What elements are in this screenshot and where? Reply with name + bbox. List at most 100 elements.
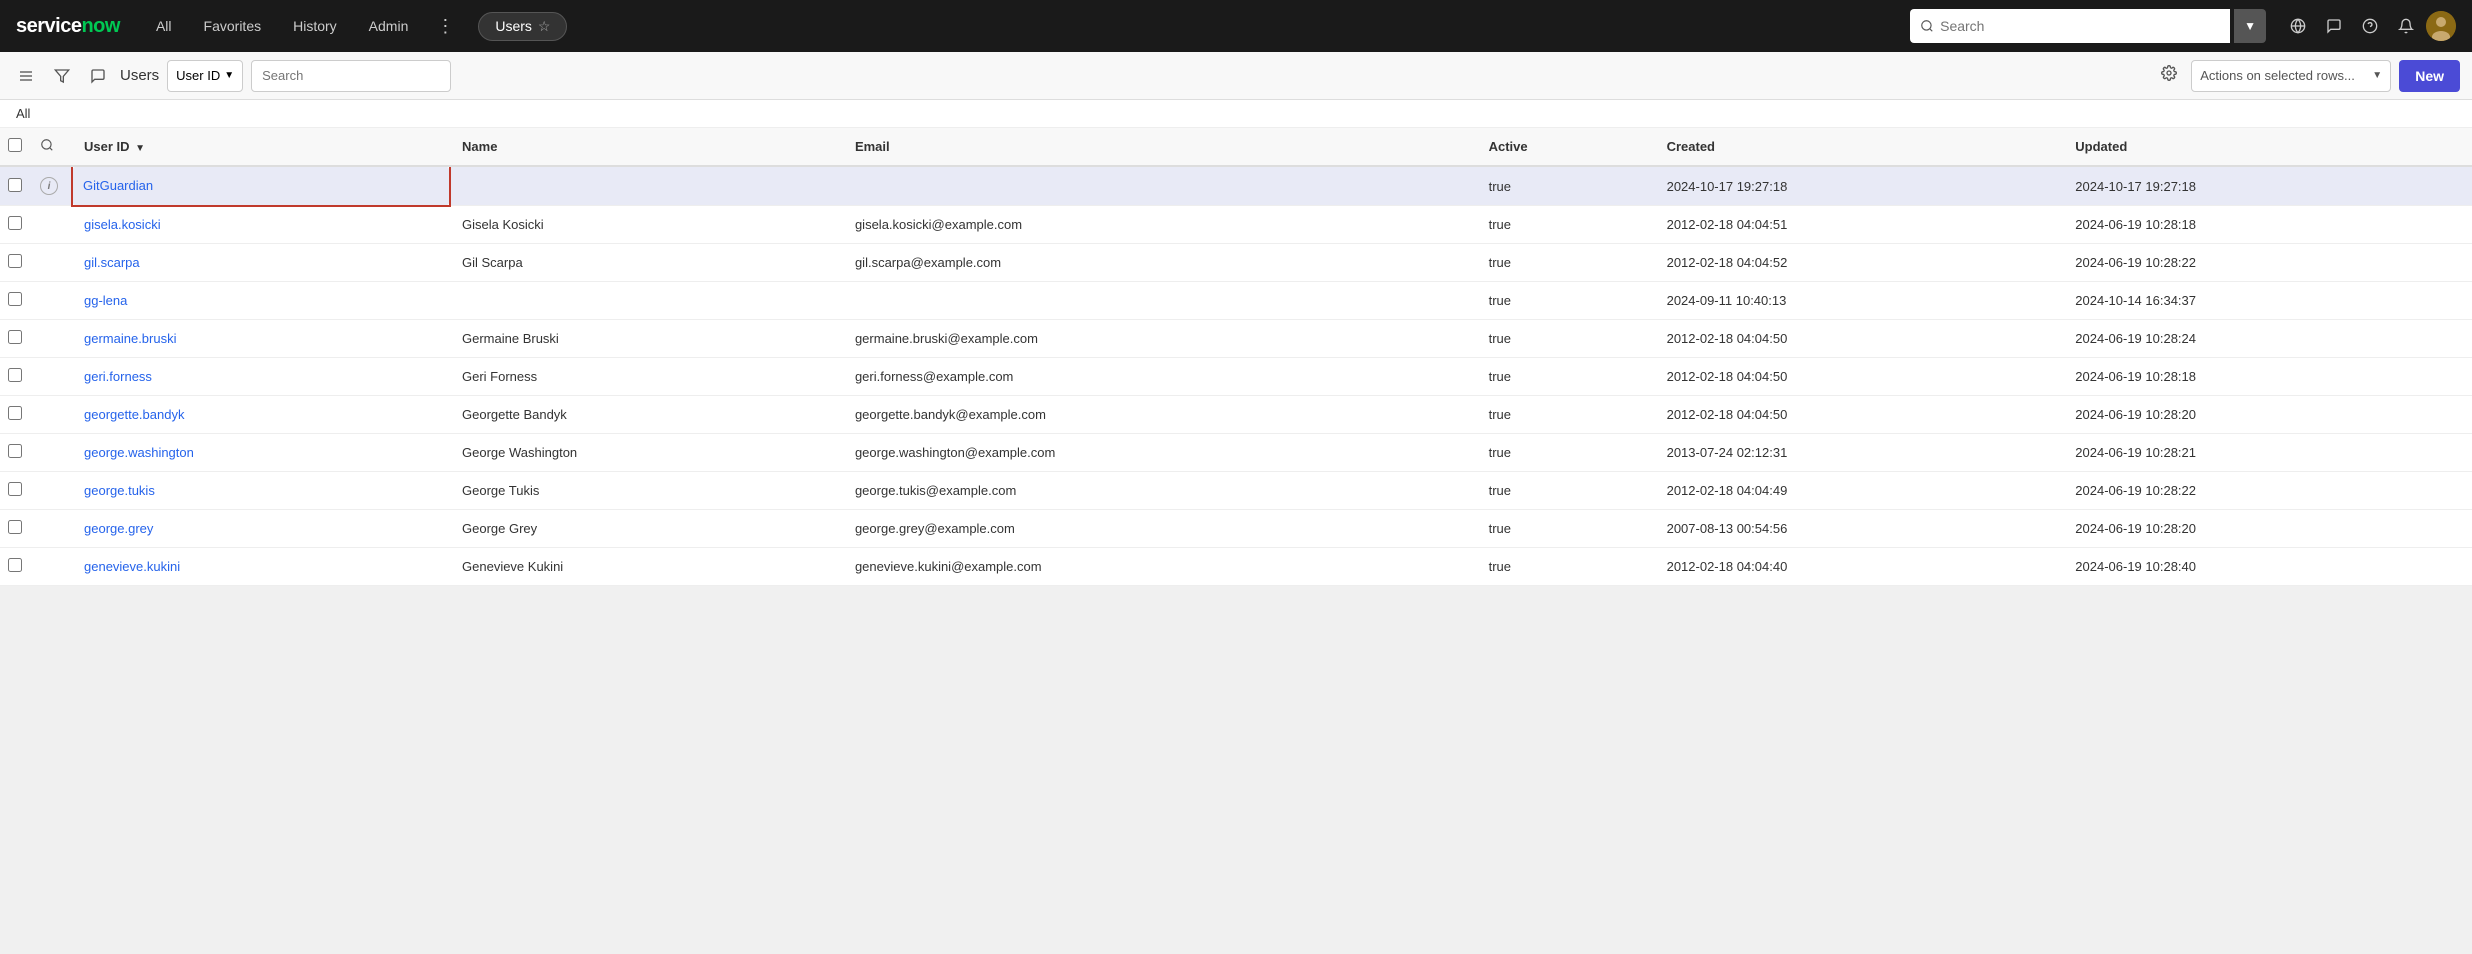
row-checkbox-cell — [0, 206, 36, 244]
new-button[interactable]: New — [2399, 60, 2460, 92]
settings-button[interactable] — [2155, 59, 2183, 92]
row-info-cell — [36, 510, 72, 548]
user-id-cell: george.tukis — [72, 472, 450, 510]
logo[interactable]: servicenow — [16, 15, 120, 38]
users-table-container: User ID ▼ Name Email Active Created Upda… — [0, 128, 2472, 586]
row-checkbox[interactable] — [8, 558, 22, 572]
filter-button[interactable] — [48, 62, 76, 90]
avatar-image — [2426, 11, 2456, 41]
message-icon — [90, 68, 106, 84]
email-cell: geri.forness@example.com — [843, 358, 1477, 396]
user-id-link[interactable]: george.grey — [84, 521, 153, 536]
email-cell: genevieve.kukini@example.com — [843, 548, 1477, 586]
row-checkbox-cell — [0, 320, 36, 358]
user-id-col-header[interactable]: User ID ▼ — [72, 128, 450, 166]
select-all-header — [0, 128, 36, 166]
chat-icon — [2326, 18, 2342, 34]
user-id-cell: geri.forness — [72, 358, 450, 396]
user-id-link[interactable]: georgette.bandyk — [84, 407, 184, 422]
row-checkbox[interactable] — [8, 178, 22, 192]
actions-dropdown[interactable]: Actions on selected rows... ▼ — [2191, 60, 2391, 92]
updated-cell: 2024-10-17 19:27:18 — [2063, 166, 2472, 206]
users-table: User ID ▼ Name Email Active Created Upda… — [0, 128, 2472, 586]
name-cell: Germaine Bruski — [450, 320, 843, 358]
email-col-header: Email — [843, 128, 1477, 166]
user-id-link[interactable]: GitGuardian — [83, 178, 153, 193]
user-id-link[interactable]: george.tukis — [84, 483, 155, 498]
nav-favorites[interactable]: Favorites — [192, 12, 274, 40]
global-search-container: ▼ — [1910, 9, 2266, 43]
nav-more-icon[interactable]: ⋮ — [428, 10, 462, 43]
sidebar-toggle-button[interactable] — [12, 62, 40, 90]
name-cell: Georgette Bandyk — [450, 396, 843, 434]
help-button[interactable] — [2354, 10, 2386, 42]
row-checkbox[interactable] — [8, 254, 22, 268]
table-row: gil.scarpaGil Scarpagil.scarpa@example.c… — [0, 244, 2472, 282]
user-id-link[interactable]: gil.scarpa — [84, 255, 140, 270]
filter-dropdown-arrow-icon: ▼ — [224, 70, 234, 81]
nav-icons-group — [2282, 10, 2456, 42]
notification-button[interactable] — [2390, 10, 2422, 42]
nav-history[interactable]: History — [281, 12, 349, 40]
user-id-cell: gisela.kosicki — [72, 206, 450, 244]
table-row: george.greyGeorge Greygeorge.grey@exampl… — [0, 510, 2472, 548]
user-id-link[interactable]: germaine.bruski — [84, 331, 177, 346]
user-id-link[interactable]: george.washington — [84, 445, 194, 460]
filter-field-label: User ID — [176, 68, 220, 83]
row-checkbox-cell — [0, 358, 36, 396]
user-id-link[interactable]: geri.forness — [84, 369, 152, 384]
users-pill-label: Users — [495, 18, 532, 34]
row-checkbox-cell — [0, 166, 36, 206]
avatar[interactable] — [2426, 11, 2456, 41]
row-info-cell — [36, 358, 72, 396]
row-checkbox[interactable] — [8, 330, 22, 344]
email-cell: gil.scarpa@example.com — [843, 244, 1477, 282]
updated-cell: 2024-06-19 10:28:21 — [2063, 434, 2472, 472]
row-checkbox-cell — [0, 396, 36, 434]
list-search-input[interactable] — [251, 60, 451, 92]
row-checkbox[interactable] — [8, 482, 22, 496]
breadcrumb-row: All — [0, 100, 2472, 128]
user-id-link[interactable]: gisela.kosicki — [84, 217, 161, 232]
table-row: genevieve.kukini Genevieve Kukinigeneviev… — [0, 548, 2472, 586]
user-id-cell: genevieve.kukini — [72, 548, 450, 586]
row-checkbox[interactable] — [8, 444, 22, 458]
created-cell: 2012-02-18 04:04:52 — [1655, 244, 2064, 282]
chat-button[interactable] — [2318, 10, 2350, 42]
table-row: gisela.kosickiGisela Kosickigisela.kosic… — [0, 206, 2472, 244]
row-checkbox[interactable] — [8, 368, 22, 382]
row-checkbox[interactable] — [8, 406, 22, 420]
field-filter-dropdown[interactable]: User ID ▼ — [167, 60, 243, 92]
help-icon — [2362, 18, 2378, 34]
row-checkbox[interactable] — [8, 520, 22, 534]
globe-button[interactable] — [2282, 10, 2314, 42]
favorite-star-icon[interactable]: ☆ — [538, 18, 551, 35]
active-cell: true — [1477, 434, 1655, 472]
list-toolbar: Users User ID ▼ Actions on selected rows… — [0, 52, 2472, 100]
nav-admin[interactable]: Admin — [357, 12, 421, 40]
table-search-icon[interactable] — [40, 138, 54, 152]
search-icon — [1920, 19, 1934, 33]
name-cell: Geri Forness — [450, 358, 843, 396]
email-cell: georgette.bandyk@example.com — [843, 396, 1477, 434]
user-id-link[interactable]: gg-lena — [84, 293, 127, 308]
global-search-input[interactable] — [1940, 18, 2220, 34]
updated-cell: 2024-06-19 10:28:24 — [2063, 320, 2472, 358]
created-cell: 2012-02-18 04:04:50 — [1655, 358, 2064, 396]
info-icon[interactable]: i — [40, 177, 58, 195]
message-button[interactable] — [84, 62, 112, 90]
row-checkbox[interactable] — [8, 216, 22, 230]
name-cell: Genevieve Kukini — [450, 548, 843, 586]
active-cell: true — [1477, 320, 1655, 358]
updated-cell: 2024-06-19 10:28:20 — [2063, 396, 2472, 434]
row-info-cell: i — [36, 166, 72, 206]
search-dropdown-button[interactable]: ▼ — [2234, 9, 2266, 43]
table-header: User ID ▼ Name Email Active Created Upda… — [0, 128, 2472, 166]
user-id-link[interactable]: genevieve.kukini — [84, 559, 180, 574]
users-pill[interactable]: Users ☆ — [478, 12, 567, 41]
nav-all[interactable]: All — [144, 12, 184, 40]
select-all-checkbox[interactable] — [8, 138, 22, 152]
table-row: george.washingtonGeorge Washingtongeorge… — [0, 434, 2472, 472]
row-checkbox[interactable] — [8, 292, 22, 306]
breadcrumb-all[interactable]: All — [16, 106, 30, 121]
